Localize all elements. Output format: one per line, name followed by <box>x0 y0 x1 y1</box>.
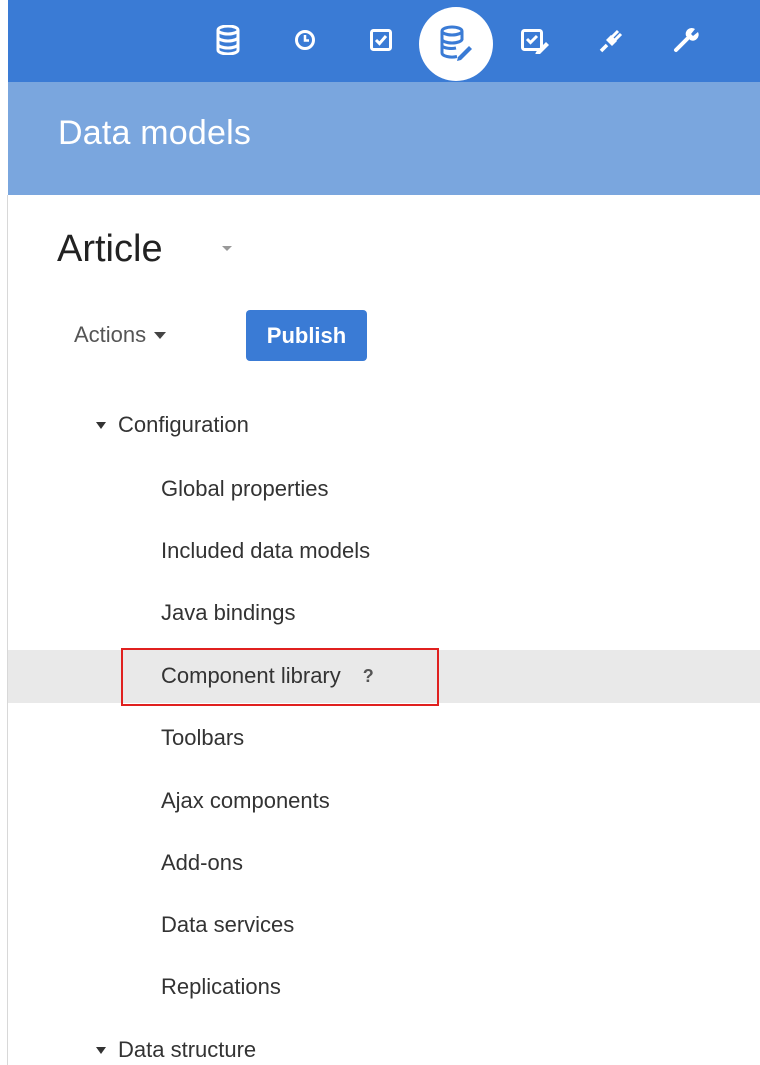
caret-down-icon <box>154 331 167 339</box>
tree-group-data-structure[interactable]: Data structure <box>96 1035 256 1065</box>
top-toolbar <box>8 0 760 82</box>
tree-item-label: Java bindings <box>161 600 296 625</box>
tree-item-toolbars[interactable]: Toolbars <box>161 723 244 753</box>
tree-item-label: Global properties <box>161 476 329 501</box>
checkbox-icon[interactable] <box>363 22 399 58</box>
database-icon[interactable] <box>210 22 246 58</box>
tree-group-label: Configuration <box>118 412 249 437</box>
plug-icon[interactable] <box>594 22 630 58</box>
caret-down-icon <box>96 1046 106 1054</box>
publish-button[interactable]: Publish <box>246 310 367 361</box>
clock-icon[interactable] <box>287 22 323 58</box>
left-divider <box>7 195 8 1065</box>
model-title: Article <box>57 228 163 270</box>
tree-item-replications[interactable]: Replications <box>161 972 281 1002</box>
model-dropdown-caret-icon[interactable] <box>222 246 232 251</box>
tree-item-label: Replications <box>161 974 281 999</box>
page-title: Data models <box>58 114 252 152</box>
actions-dropdown-button[interactable]: Actions <box>74 320 167 350</box>
tree-item-ajax-components[interactable]: Ajax components <box>161 786 330 816</box>
tree-item-label: Included data models <box>161 538 371 563</box>
tree-item-included-data-models[interactable]: Included data models <box>161 536 370 566</box>
caret-down-icon <box>96 421 106 429</box>
tree-item-label: Toolbars <box>161 725 245 750</box>
tree-item-add-ons[interactable]: Add-ons <box>161 848 243 878</box>
tree-item-data-services[interactable]: Data services <box>161 910 294 940</box>
checklist-edit-icon[interactable] <box>517 22 553 58</box>
tree-item-java-bindings[interactable]: Java bindings <box>161 598 296 628</box>
tree-group-label: Data structure <box>118 1037 257 1062</box>
tree-group-configuration[interactable]: Configuration <box>96 410 249 440</box>
tree-item-label: Ajax components <box>161 788 330 813</box>
highlight-annotation-box <box>121 648 439 706</box>
tree-item-label: Data services <box>161 912 295 937</box>
database-edit-icon[interactable] <box>419 7 493 81</box>
actions-label: Actions <box>74 322 147 347</box>
tree-item-global-properties[interactable]: Global properties <box>161 474 329 504</box>
tree-item-label: Add-ons <box>161 850 243 875</box>
section-header: Data models <box>8 82 760 195</box>
wrench-icon[interactable] <box>668 22 704 58</box>
